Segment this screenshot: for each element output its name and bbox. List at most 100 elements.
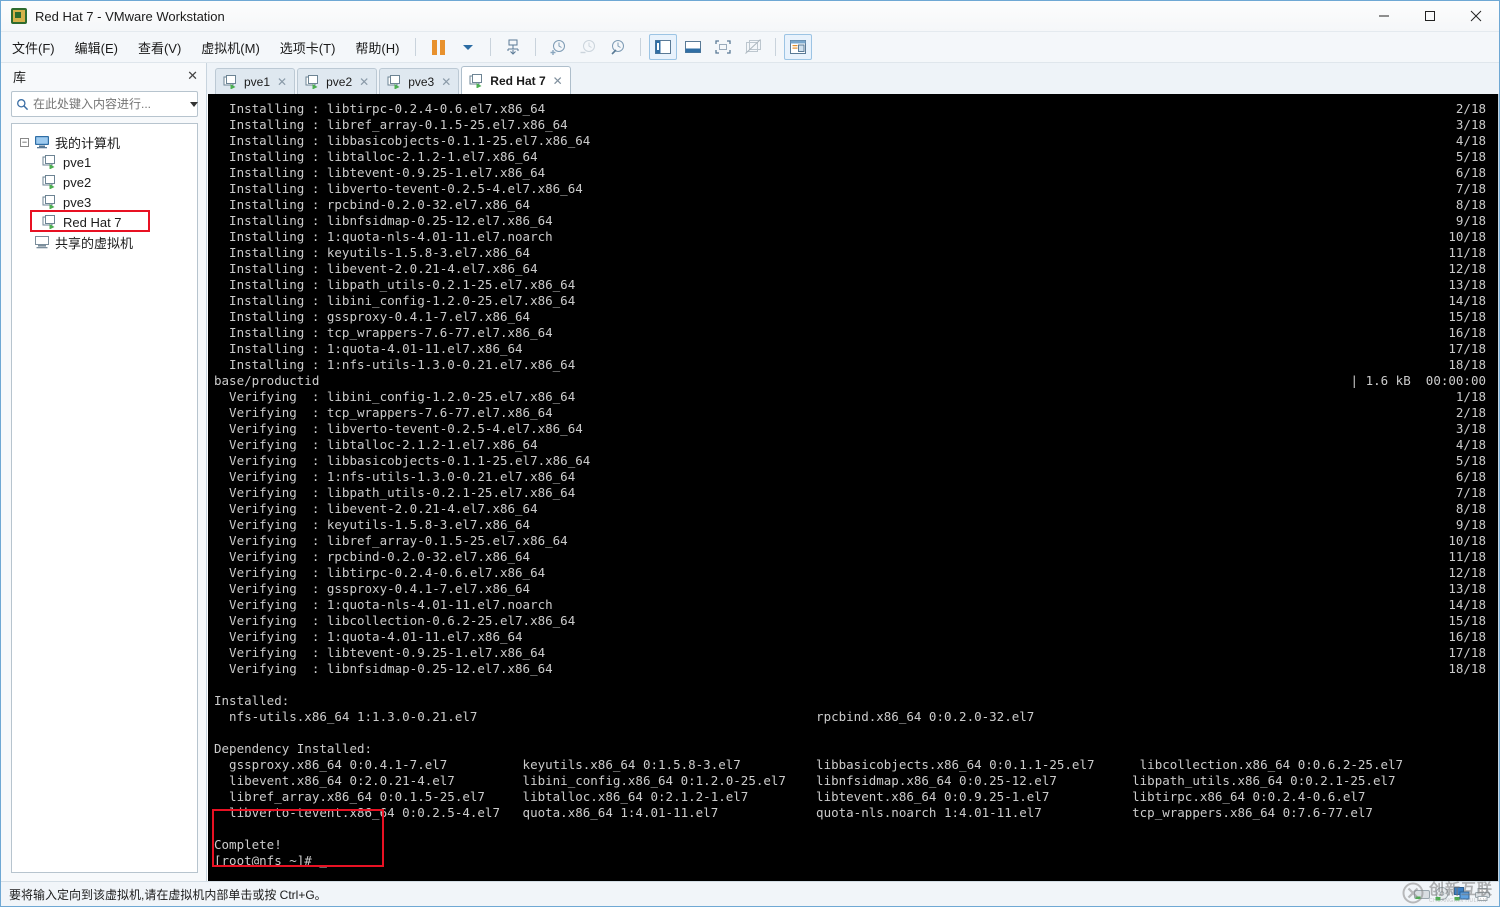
tree-label: Red Hat 7 bbox=[63, 214, 122, 230]
close-icon[interactable]: ✕ bbox=[441, 76, 451, 88]
terminal-line: Verifying : libtalloc-2.1.2-1.el7.x86_64… bbox=[208, 437, 1498, 453]
terminal-line-counter: 18/18 bbox=[1448, 357, 1486, 372]
library-search-wrap bbox=[11, 91, 198, 117]
status-bar: 要将输入定向到该虚拟机,请在虚拟机内部单击或按 Ctrl+G。 创新互联 CHU… bbox=[1, 881, 1499, 906]
terminal-line-text: Verifying : tcp_wrappers-7.6-77.el7.x86_… bbox=[214, 405, 553, 420]
sidebar-icon bbox=[655, 40, 672, 54]
take-snapshot-button[interactable] bbox=[544, 34, 572, 60]
terminal-line-counter: 4/18 bbox=[1455, 133, 1486, 148]
terminal-line: Installing : libbasicobjects-0.1.1-25.el… bbox=[208, 133, 1498, 149]
chevron-down-icon[interactable] bbox=[190, 101, 198, 107]
terminal-output[interactable]: Installing : libtirpc-0.2.4-0.6.el7.x86_… bbox=[208, 94, 1498, 881]
terminal-line-text: Verifying : libref_array-0.1.5-25.el7.x8… bbox=[214, 533, 568, 548]
terminal-line-counter: 9/18 bbox=[1455, 517, 1486, 532]
collapse-expander-icon[interactable]: − bbox=[20, 137, 29, 147]
close-icon[interactable]: ✕ bbox=[277, 76, 287, 88]
terminal-line-text: Verifying : libverto-tevent-0.2.5-4.el7.… bbox=[214, 421, 583, 436]
terminal-line-counter: 8/18 bbox=[1455, 501, 1486, 516]
menu-vm[interactable]: 虚拟机(M) bbox=[192, 34, 269, 61]
menu-view[interactable]: 查看(V) bbox=[129, 34, 190, 61]
terminal-line: Verifying : libtevent-0.9.25-1.el7.x86_6… bbox=[208, 645, 1498, 661]
close-icon[interactable]: ✕ bbox=[553, 75, 563, 87]
terminal-line: Installing : 1:quota-4.01-11.el7.x86_64 1… bbox=[208, 341, 1498, 357]
tab-pve1[interactable]: pve1 ✕ bbox=[215, 68, 296, 94]
terminal-line-text: libref_array.x86_64 0:0.1.5-25.el7 libta… bbox=[214, 789, 1366, 804]
tree-item-pve2[interactable]: pve2 bbox=[12, 172, 197, 192]
fullscreen-button[interactable] bbox=[709, 34, 737, 60]
unity-mode-button[interactable] bbox=[739, 34, 767, 60]
terminal-line-text: Installing : libtirpc-0.2.4-0.6.el7.x86_… bbox=[214, 101, 546, 116]
terminal-line-text: libevent.x86_64 0:2.0.21-4.el7 libini_co… bbox=[214, 773, 1396, 788]
show-library-button[interactable] bbox=[649, 34, 678, 60]
terminal-line-text: Verifying : 1:quota-nls-4.01-11.el7.noar… bbox=[214, 597, 553, 612]
tab-strip: pve1 ✕ pve2 ✕ pve3 ✕ Red Hat 7 ✕ bbox=[207, 63, 1499, 94]
menu-file[interactable]: 文件(F) bbox=[3, 34, 64, 61]
terminal-line-text: Installed: bbox=[214, 693, 290, 708]
tab-pve2[interactable]: pve2 ✕ bbox=[297, 68, 378, 94]
terminal-line-text: Verifying : libtalloc-2.1.2-1.el7.x86_64 bbox=[214, 437, 538, 452]
tree-item-pve1[interactable]: pve1 bbox=[12, 152, 197, 172]
terminal-line-text: Installing : libtalloc-2.1.2-1.el7.x86_6… bbox=[214, 149, 538, 164]
terminal-line: Installing : libverto-tevent-0.2.5-4.el7… bbox=[208, 181, 1498, 197]
terminal-line-counter: 9/18 bbox=[1455, 213, 1486, 228]
vm-console[interactable]: Installing : libtirpc-0.2.4-0.6.el7.x86_… bbox=[207, 94, 1499, 881]
tree-my-computer[interactable]: − 我的计算机 bbox=[12, 132, 197, 152]
title-bar: Red Hat 7 - VMware Workstation bbox=[1, 1, 1499, 32]
terminal-line-text: Verifying : libnfsidmap-0.25-12.el7.x86_… bbox=[214, 661, 553, 676]
tab-red-hat-7[interactable]: Red Hat 7 ✕ bbox=[461, 66, 571, 94]
minimize-button[interactable] bbox=[1361, 1, 1407, 31]
terminal-line-text: Verifying : libini_config-1.2.0-25.el7.x… bbox=[214, 389, 576, 404]
tab-label: pve1 bbox=[244, 74, 271, 89]
library-panel: 库 ✕ − bbox=[1, 63, 207, 881]
terminal-line: Installing : rpcbind-0.2.0-32.el7.x86_64… bbox=[208, 197, 1498, 213]
terminal-line-text: Installing : libpath_utils-0.2.1-25.el7.… bbox=[214, 277, 576, 292]
power-dropdown-button[interactable] bbox=[454, 34, 482, 60]
revert-snapshot-button[interactable] bbox=[574, 34, 602, 60]
tab-pve3[interactable]: pve3 ✕ bbox=[379, 68, 460, 94]
status-message: 要将输入定向到该虚拟机,请在虚拟机内部单击或按 Ctrl+G。 bbox=[9, 887, 327, 902]
vm-icon bbox=[469, 73, 483, 88]
suspend-button[interactable] bbox=[424, 34, 452, 60]
menu-tabs[interactable]: 选项卡(T) bbox=[271, 34, 345, 61]
terminal-line-text: base/productid bbox=[214, 373, 320, 388]
computer-icon bbox=[35, 136, 49, 149]
tree-item-red-hat-7[interactable]: Red Hat 7 bbox=[12, 210, 197, 232]
terminal-line: libverto-tevent.x86_64 0:0.2.5-4.el7 quo… bbox=[208, 805, 1498, 821]
terminal-line: gssproxy.x86_64 0:0.4.1-7.el7 keyutils.x… bbox=[208, 757, 1498, 773]
close-button[interactable] bbox=[1453, 1, 1499, 31]
terminal-line-text: Installing : libverto-tevent-0.2.5-4.el7… bbox=[214, 181, 583, 196]
show-thumbnails-button[interactable] bbox=[679, 34, 707, 60]
menu-help[interactable]: 帮助(H) bbox=[346, 34, 408, 61]
search-box[interactable] bbox=[11, 91, 198, 117]
tree-shared-vms[interactable]: 共享的虚拟机 bbox=[12, 232, 197, 252]
library-header: 库 ✕ bbox=[1, 63, 206, 89]
terminal-line: Verifying : 1:nfs-utils-1.3.0-0.21.el7.x… bbox=[208, 469, 1498, 485]
terminal-line-counter: 7/18 bbox=[1455, 181, 1486, 196]
terminal-line-counter: 8/18 bbox=[1455, 197, 1486, 212]
vm-pane: pve1 ✕ pve2 ✕ pve3 ✕ Red Hat 7 ✕ Install… bbox=[207, 63, 1499, 881]
send-ctrl-alt-del-button[interactable] bbox=[499, 34, 527, 60]
terminal-line-text: Installing : libref_array-0.1.5-25.el7.x… bbox=[214, 117, 568, 132]
terminal-line-text: Verifying : 1:nfs-utils-1.3.0-0.21.el7.x… bbox=[214, 469, 576, 484]
terminal-line-counter: 6/18 bbox=[1455, 469, 1486, 484]
console-view-icon bbox=[790, 40, 807, 54]
terminal-line: libref_array.x86_64 0:0.1.5-25.el7 libta… bbox=[208, 789, 1498, 805]
terminal-line-counter: 5/18 bbox=[1455, 453, 1486, 468]
terminal-line-text: Verifying : libevent-2.0.21-4.el7.x86_64 bbox=[214, 501, 538, 516]
terminal-line: base/productid | 1.6 kB 00:00:00 bbox=[208, 373, 1498, 389]
close-icon[interactable]: ✕ bbox=[359, 76, 369, 88]
terminal-line-text: libverto-tevent.x86_64 0:0.2.5-4.el7 quo… bbox=[214, 805, 1373, 820]
tree-label: pve1 bbox=[63, 154, 92, 170]
menu-edit[interactable]: 编辑(E) bbox=[66, 34, 127, 61]
terminal-line-counter: 17/18 bbox=[1448, 341, 1486, 356]
search-input[interactable] bbox=[29, 96, 190, 112]
tree-item-pve3[interactable]: pve3 bbox=[12, 192, 197, 212]
console-view-button[interactable] bbox=[784, 34, 813, 60]
snapshot-manager-button[interactable] bbox=[604, 34, 632, 60]
maximize-button[interactable] bbox=[1407, 1, 1453, 31]
terminal-line: libevent.x86_64 0:2.0.21-4.el7 libini_co… bbox=[208, 773, 1498, 789]
terminal-line-counter: 16/18 bbox=[1448, 325, 1486, 340]
library-close-icon[interactable]: ✕ bbox=[187, 68, 198, 84]
terminal-line-text: Verifying : libcollection-0.6.2-25.el7.x… bbox=[214, 613, 576, 628]
